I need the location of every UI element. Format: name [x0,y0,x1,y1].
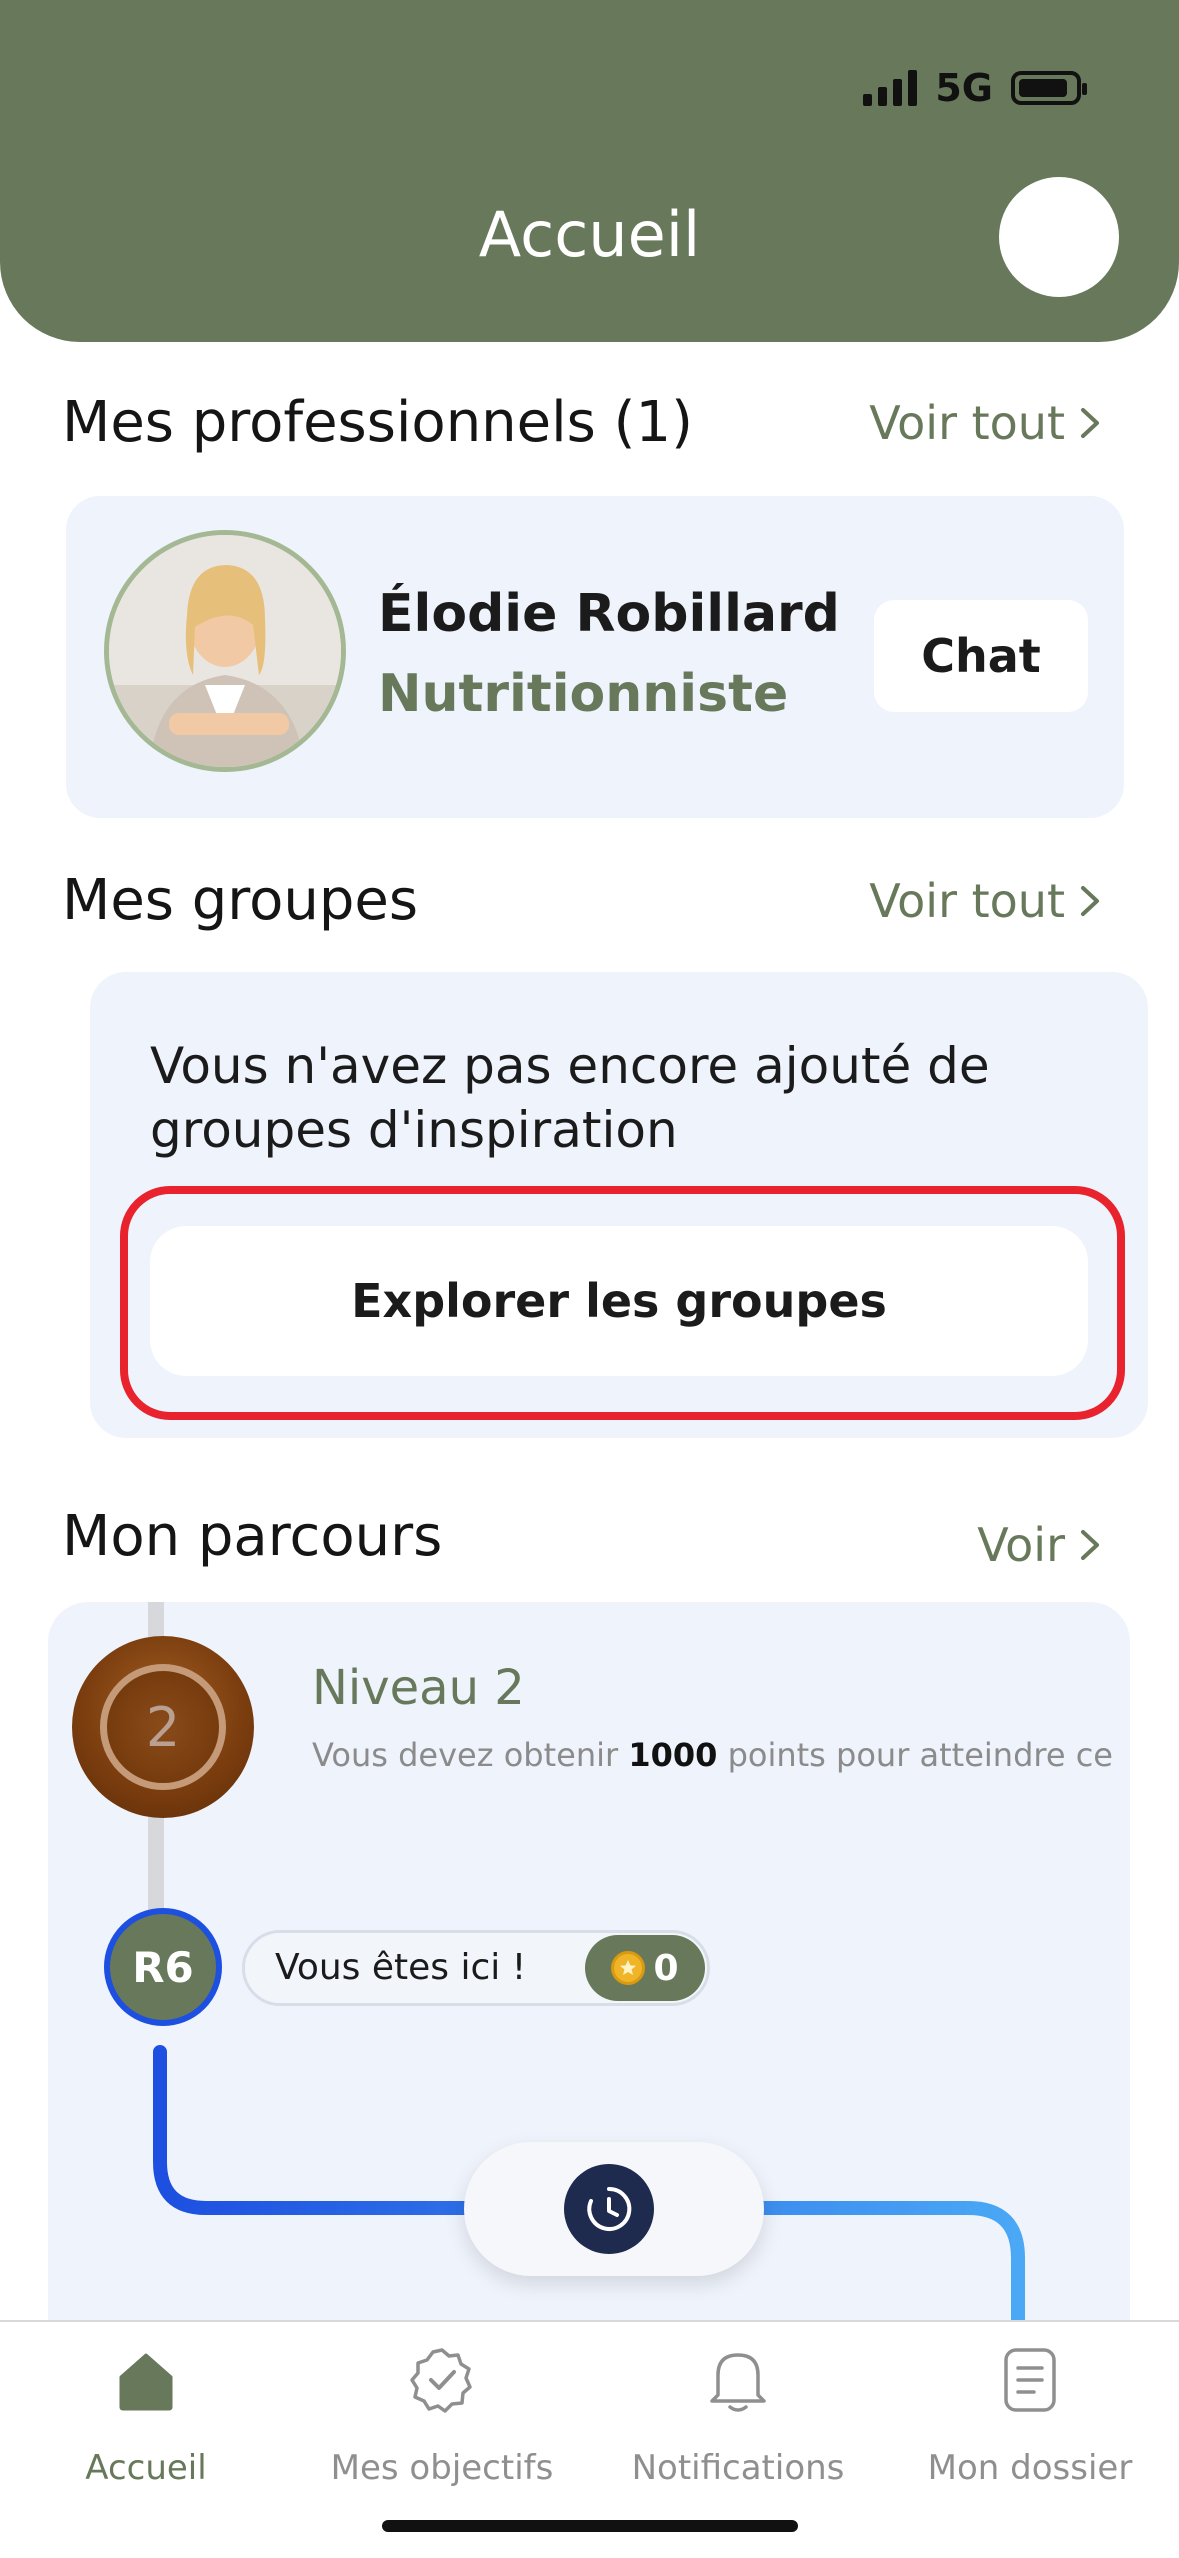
highlight-outline [120,1186,1125,1420]
coin-icon [611,1951,646,1985]
level-description: Vous devez obtenir 1000 points pour atte… [312,1736,1113,1774]
chat-button[interactable]: Chat [874,600,1088,712]
groups-see-all-link[interactable]: Voir tout [869,866,1103,936]
bell-icon [598,2342,878,2418]
tab-label: Mon dossier [927,2448,1133,2488]
tab-accueil[interactable]: Accueil [6,2342,286,2488]
groups-section-title: Mes groupes [62,868,419,933]
level-number: 2 [100,1664,226,1790]
journey-card: 2 Niveau 2 Vous devez obtenir 1000 point… [48,1602,1130,2322]
app-header: 5G Accueil [0,0,1179,342]
see-label: Voir [977,1518,1065,1572]
current-step-badge[interactable]: R6 [104,1908,222,2026]
chevron-right-icon [1081,408,1099,438]
level-title: Niveau 2 [312,1660,525,1716]
battery-icon [1011,71,1087,105]
clock-icon [564,2164,654,2254]
groups-empty-text: Vous n'avez pas encore ajouté de groupes… [150,1037,990,1159]
profile-avatar-button[interactable] [999,177,1119,297]
professional-card[interactable]: Élodie Robillard Nutritionniste Chat [66,496,1124,818]
document-icon [890,2342,1170,2418]
network-label: 5G [935,66,993,110]
points-value: 0 [653,1947,679,1989]
home-indicator[interactable] [382,2520,798,2532]
chevron-right-icon [1081,886,1099,916]
signal-icon [863,70,918,106]
professional-name: Élodie Robillard [378,584,840,644]
tab-mon-dossier[interactable]: Mon dossier [890,2342,1170,2488]
timer-button[interactable] [464,2142,764,2276]
home-icon [6,2342,286,2418]
journey-see-link[interactable]: Voir [977,1510,1103,1580]
status-bar: 5G [863,66,1087,110]
professional-role: Nutritionniste [378,664,789,724]
professionals-section-title: Mes professionnels (1) [62,390,693,455]
badge-check-icon [302,2342,582,2418]
journey-section-title: Mon parcours [62,1504,443,1569]
tab-label: Mes objectifs [330,2448,554,2488]
tab-notifications[interactable]: Notifications [598,2342,878,2488]
see-all-label: Voir tout [869,396,1065,450]
tab-mes-objectifs[interactable]: Mes objectifs [302,2342,582,2488]
professional-photo [104,530,346,772]
points-badge: 0 [585,1935,705,2001]
tab-label: Accueil [85,2448,207,2488]
you-are-here-label: Vous êtes ici ! [275,1947,527,1988]
chevron-right-icon [1081,1530,1099,1560]
level-medal[interactable]: 2 [72,1636,254,1818]
professionals-see-all-link[interactable]: Voir tout [869,388,1103,458]
see-all-label: Voir tout [869,874,1065,928]
you-are-here-pill: Vous êtes ici ! 0 [242,1930,710,2006]
tab-label: Notifications [631,2448,845,2488]
